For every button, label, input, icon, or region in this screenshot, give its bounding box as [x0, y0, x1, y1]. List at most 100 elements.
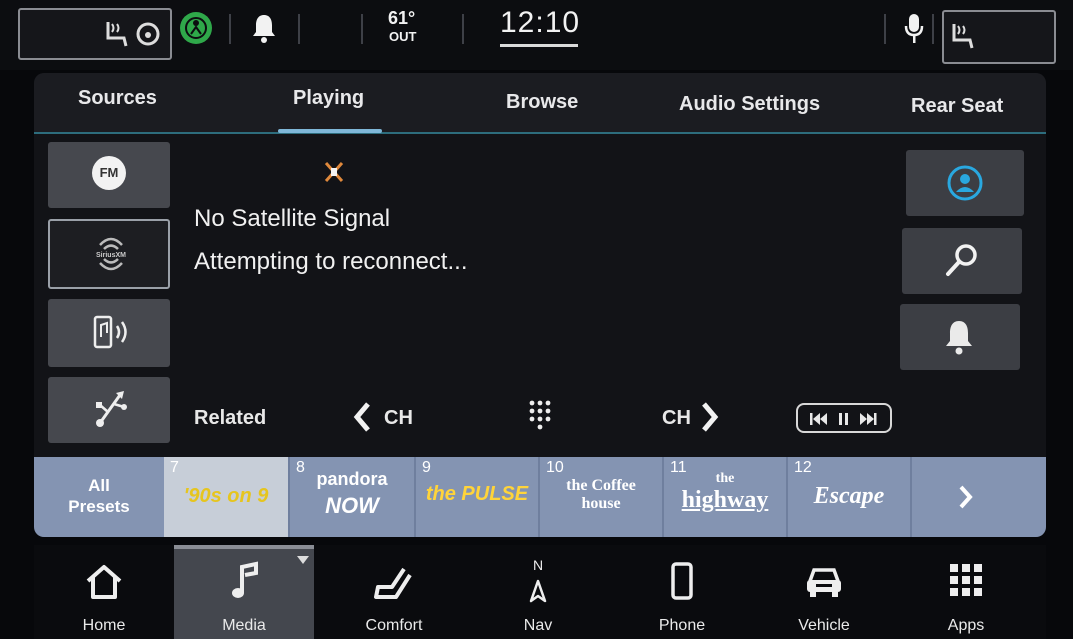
- dock-apps-button[interactable]: Apps: [896, 545, 1036, 639]
- source-usb-button[interactable]: [48, 377, 170, 443]
- preset-logo: house: [581, 495, 621, 512]
- preset-11[interactable]: 11 the highway: [664, 457, 788, 537]
- bell-icon[interactable]: [250, 12, 278, 44]
- tab-divider: [34, 132, 1046, 134]
- all-presets-label-2: Presets: [68, 497, 130, 516]
- dock-label: Media: [222, 617, 266, 634]
- heated-seat-left-button[interactable]: [18, 8, 172, 60]
- dock-label: Nav: [523, 617, 553, 634]
- divider: [932, 14, 934, 44]
- preset-8[interactable]: 8 pandora NOW: [290, 457, 416, 537]
- preset-7[interactable]: 7 '90s on 9: [164, 457, 290, 537]
- preset-logo: NOW: [325, 493, 379, 518]
- dropdown-arrow-icon: [297, 556, 309, 564]
- divider: [884, 14, 886, 44]
- music-note-icon: [232, 561, 258, 598]
- tab-rear-seat[interactable]: Rear Seat: [911, 95, 1003, 118]
- tab-browse[interactable]: Browse: [506, 91, 578, 114]
- heated-seat-icon: [106, 22, 128, 47]
- phone-audio-icon: [93, 315, 127, 349]
- chevron-left-icon[interactable]: [352, 401, 372, 433]
- bell-icon: [946, 321, 972, 355]
- no-signal-icon: [324, 162, 344, 182]
- user-icon: [947, 165, 983, 201]
- dock-label: Phone: [658, 617, 706, 634]
- dock-nav-button[interactable]: N Nav: [468, 545, 608, 639]
- active-indicator: [174, 545, 314, 549]
- preset-9[interactable]: 9 the PULSE: [416, 457, 540, 537]
- preset-number: 10: [546, 459, 564, 476]
- tab-sources[interactable]: Sources: [78, 87, 157, 110]
- seat-icon: [374, 567, 412, 599]
- search-button[interactable]: [902, 228, 1022, 294]
- dock-phone-button[interactable]: Phone: [612, 545, 752, 639]
- heated-seat-icon: [952, 24, 974, 49]
- clock-underline: [500, 44, 578, 47]
- playback-controls-button[interactable]: [796, 403, 892, 433]
- reconnect-status-text: Attempting to reconnect...: [194, 248, 468, 275]
- preset-logo: '90s on 9: [183, 485, 269, 507]
- siriusxm-icon: SiriusXM: [96, 237, 126, 271]
- car-icon: [807, 568, 841, 597]
- dock-label: Home: [82, 617, 126, 634]
- search-icon: [946, 244, 977, 276]
- dock-label: Apps: [947, 617, 985, 634]
- heated-steering-wheel-icon: [136, 22, 160, 46]
- tab-audio-settings[interactable]: Audio Settings: [679, 93, 820, 116]
- keypad-icon[interactable]: [528, 399, 552, 433]
- presets-bar: All Presets 7 '90s on 9 8 pandora NOW 9 …: [34, 457, 1046, 537]
- preset-logo: highway: [681, 487, 769, 513]
- microphone-icon[interactable]: [903, 12, 925, 46]
- preset-number: 7: [170, 459, 179, 476]
- compass-heading: N: [532, 557, 544, 573]
- chevron-right-icon[interactable]: [700, 401, 720, 433]
- divider: [361, 14, 363, 44]
- preset-logo: the PULSE: [425, 483, 529, 505]
- dock-vehicle-button[interactable]: Vehicle: [754, 545, 894, 639]
- dock-home-button[interactable]: Home: [34, 545, 174, 639]
- svg-text:SiriusXM: SiriusXM: [96, 252, 126, 259]
- divider: [298, 14, 300, 44]
- preset-logo: Escape: [813, 483, 885, 509]
- preset-logo: the Coffee: [566, 477, 636, 494]
- source-siriusxm-button[interactable]: SiriusXM: [48, 219, 170, 289]
- alerts-button[interactable]: [900, 304, 1020, 370]
- related-button[interactable]: Related: [194, 407, 266, 430]
- tab-active-indicator: [278, 129, 382, 133]
- bottom-dock: Home Media Comfort N Nav Phone Vehicle A…: [34, 545, 1046, 639]
- dock-comfort-button[interactable]: Comfort: [324, 545, 464, 639]
- heated-seat-right-button[interactable]: [942, 10, 1056, 64]
- fm-icon: FM: [92, 156, 126, 190]
- divider: [229, 14, 231, 44]
- tab-playing[interactable]: Playing: [293, 87, 364, 110]
- status-bar: 61° OUT 12:10: [0, 0, 1073, 70]
- source-fm-button[interactable]: FM: [48, 142, 170, 208]
- preset-number: 9: [422, 459, 431, 476]
- profile-button[interactable]: [906, 150, 1024, 216]
- tab-bar: Sources Playing Browse Audio Settings Re…: [34, 73, 1046, 133]
- nav-arrow-icon: [529, 579, 547, 603]
- divider: [462, 14, 464, 44]
- preset-12[interactable]: 12 Escape: [788, 457, 912, 537]
- channel-down-button[interactable]: CH: [384, 407, 413, 430]
- signal-status-text: No Satellite Signal: [194, 205, 391, 232]
- preset-logo: the: [715, 471, 735, 486]
- channel-up-button[interactable]: CH: [662, 407, 691, 430]
- prev-pause-next-icon: [810, 413, 877, 425]
- preset-logo: pandora: [316, 469, 388, 489]
- dock-label: Comfort: [365, 617, 423, 634]
- dock-media-button[interactable]: Media: [174, 545, 314, 639]
- preset-10[interactable]: 10 the Coffee house: [540, 457, 664, 537]
- all-presets-button[interactable]: All Presets: [34, 457, 164, 537]
- dock-label: Vehicle: [798, 617, 850, 634]
- presets-next-icon[interactable]: [958, 485, 974, 509]
- outside-temperature: 61°: [388, 8, 416, 28]
- apps-grid-icon: [950, 564, 982, 596]
- source-bluetooth-audio-button[interactable]: [48, 299, 170, 367]
- usb-icon: [96, 391, 127, 427]
- phone-icon: [671, 562, 693, 600]
- outside-temperature-label: OUT: [389, 29, 417, 44]
- home-icon: [86, 565, 122, 599]
- all-presets-label-1: All: [88, 476, 110, 495]
- passenger-airbag-icon: [180, 12, 212, 44]
